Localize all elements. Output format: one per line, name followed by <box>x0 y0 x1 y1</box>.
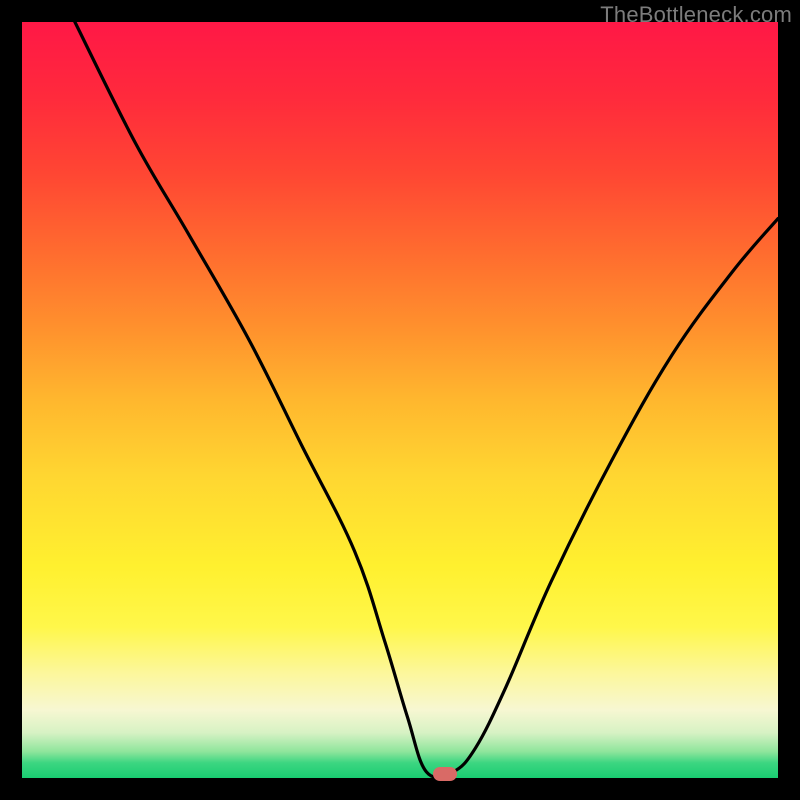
optimal-point-marker <box>433 767 457 781</box>
chart-frame: TheBottleneck.com <box>0 0 800 800</box>
bottleneck-curve <box>22 22 778 778</box>
plot-area <box>22 22 778 778</box>
